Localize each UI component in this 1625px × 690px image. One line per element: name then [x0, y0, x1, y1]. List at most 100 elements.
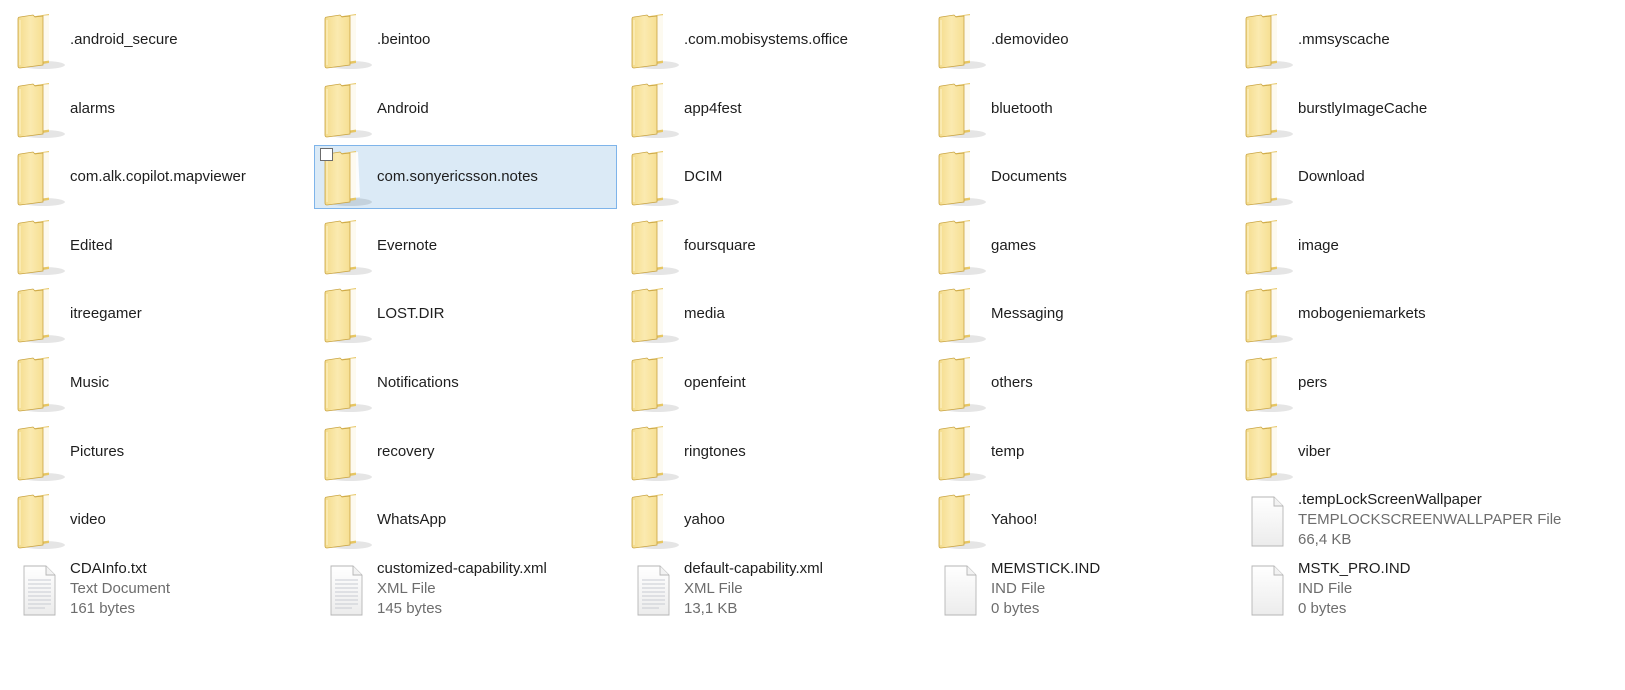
item-text: games — [991, 215, 1226, 277]
blank-file-icon — [1237, 559, 1293, 621]
folder-item[interactable]: alarms — [7, 77, 310, 141]
item-name: alarms — [70, 99, 116, 117]
folder-item[interactable]: com.sonyericsson.notes — [314, 145, 617, 210]
item-text: MSTK_PRO.IND IND File 0 bytes — [1298, 558, 1533, 620]
item-name: Android — [377, 99, 429, 117]
folder-item[interactable]: Notifications — [314, 351, 617, 415]
folder-item[interactable]: .beintoo — [314, 8, 617, 72]
item-text: WhatsApp — [377, 489, 612, 551]
item-name: Yahoo! — [991, 511, 1038, 529]
item-name: Music — [70, 374, 110, 391]
item-text: itreegamer — [70, 283, 305, 345]
item-text: others — [991, 352, 1226, 414]
folder-item[interactable]: Download — [1235, 145, 1538, 209]
folder-item[interactable]: itreegamer — [7, 282, 310, 346]
folder-item[interactable]: viber — [1235, 420, 1538, 484]
item-text: Edited — [70, 215, 305, 277]
item-text: Android — [377, 78, 612, 140]
folder-item[interactable]: .com.mobisystems.office — [621, 8, 924, 72]
folder-icon — [316, 79, 372, 141]
item-name: yahoo — [684, 511, 725, 529]
folder-item[interactable]: Yahoo! — [928, 488, 1231, 552]
item-type: XML File — [684, 579, 743, 597]
file-item[interactable]: customized-capability.xml XML File 145 byt… — [314, 557, 617, 621]
item-name: DCIM — [684, 168, 723, 186]
folder-item[interactable]: Music — [7, 351, 310, 415]
item-text: Messaging — [991, 283, 1226, 345]
folder-icon — [9, 10, 65, 72]
folder-item[interactable]: bluetooth — [928, 77, 1231, 141]
folder-icon — [623, 284, 679, 346]
folder-icon — [9, 147, 65, 209]
folder-icon — [1237, 147, 1293, 209]
item-text: customized-capability.xml XML File 145 byt… — [377, 558, 612, 620]
folder-icon — [930, 10, 986, 72]
folder-item[interactable]: DCIM — [621, 145, 924, 209]
folder-icon — [930, 147, 986, 209]
folder-icon — [623, 216, 679, 278]
folder-item[interactable]: pers — [1235, 351, 1538, 415]
item-text: recovery — [377, 421, 612, 483]
item-text: video — [70, 489, 305, 551]
folder-item[interactable]: .demovideo — [928, 8, 1231, 72]
item-text: Download — [1298, 146, 1533, 208]
selection-checkbox[interactable] — [320, 148, 333, 162]
item-name: bluetooth — [991, 99, 1053, 117]
folder-item[interactable]: WhatsApp — [314, 488, 617, 552]
folder-item[interactable]: Documents — [928, 145, 1231, 209]
file-item[interactable]: default-capability.xml XML File 13,1 KB — [621, 557, 924, 621]
item-size: 0 bytes — [991, 599, 1040, 617]
file-item[interactable]: .tempLockScreenWallpaper TEMPLOCKSCREENWA… — [1235, 488, 1562, 552]
folder-item[interactable]: media — [621, 282, 924, 346]
folder-item[interactable]: others — [928, 351, 1231, 415]
folder-icon — [9, 353, 65, 415]
item-text: temp — [991, 421, 1226, 483]
item-name: others — [991, 374, 1033, 391]
item-name: Edited — [70, 236, 113, 254]
item-name: MSTK_PRO.IND — [1298, 559, 1411, 577]
folder-icon — [623, 422, 679, 484]
folder-icon — [930, 353, 986, 415]
item-text: openfeint — [684, 352, 919, 414]
item-text: pers — [1298, 352, 1533, 414]
item-size: 0 bytes — [1298, 599, 1347, 617]
folder-item[interactable]: Evernote — [314, 214, 617, 278]
folder-item[interactable]: Pictures — [7, 420, 310, 484]
item-name: foursquare — [684, 236, 756, 254]
folder-icon — [623, 147, 679, 209]
folder-item[interactable]: Android — [314, 77, 617, 141]
folder-item[interactable]: games — [928, 214, 1231, 278]
folder-item[interactable]: mobogeniemarkets — [1235, 282, 1538, 346]
folder-item[interactable]: Messaging — [928, 282, 1231, 346]
item-type: TEMPLOCKSCREENWALLPAPER File — [1298, 511, 1562, 529]
folder-item[interactable]: openfeint — [621, 351, 924, 415]
folder-item[interactable]: ringtones — [621, 420, 924, 484]
folder-icon — [316, 490, 372, 552]
folder-item[interactable]: .mmsyscache — [1235, 8, 1538, 72]
item-text: Yahoo! — [991, 489, 1226, 551]
folder-item[interactable]: Edited — [7, 214, 310, 278]
item-text: .android_secure — [70, 9, 305, 71]
folder-item[interactable]: LOST.DIR — [314, 282, 617, 346]
folder-icon — [1237, 10, 1293, 72]
folder-item[interactable]: foursquare — [621, 214, 924, 278]
folder-item[interactable]: app4fest — [621, 77, 924, 141]
item-text: .demovideo — [991, 9, 1226, 71]
folder-item[interactable]: recovery — [314, 420, 617, 484]
folder-item[interactable]: com.alk.copilot.mapviewer — [7, 145, 310, 209]
folder-item[interactable]: burstlyImageCache — [1235, 77, 1538, 141]
folder-item[interactable]: video — [7, 488, 310, 552]
folder-item[interactable]: temp — [928, 420, 1231, 484]
folder-item[interactable]: yahoo — [621, 488, 924, 552]
item-text: viber — [1298, 421, 1533, 483]
folder-icon — [316, 422, 372, 484]
item-name: Download — [1298, 168, 1365, 186]
file-item[interactable]: CDAInfo.txt Text Document 161 bytes — [7, 557, 310, 621]
folder-item[interactable]: image — [1235, 214, 1538, 278]
item-text: Music — [70, 352, 305, 414]
folder-item[interactable]: .android_secure — [7, 8, 310, 72]
file-item[interactable]: MEMSTICK.IND IND File 0 bytes — [928, 557, 1231, 621]
file-list-tiles-view: .android_secure .beintoo .com.mobisystems.… — [0, 0, 1625, 690]
item-name: itreegamer — [70, 305, 142, 323]
file-item[interactable]: MSTK_PRO.IND IND File 0 bytes — [1235, 557, 1538, 621]
